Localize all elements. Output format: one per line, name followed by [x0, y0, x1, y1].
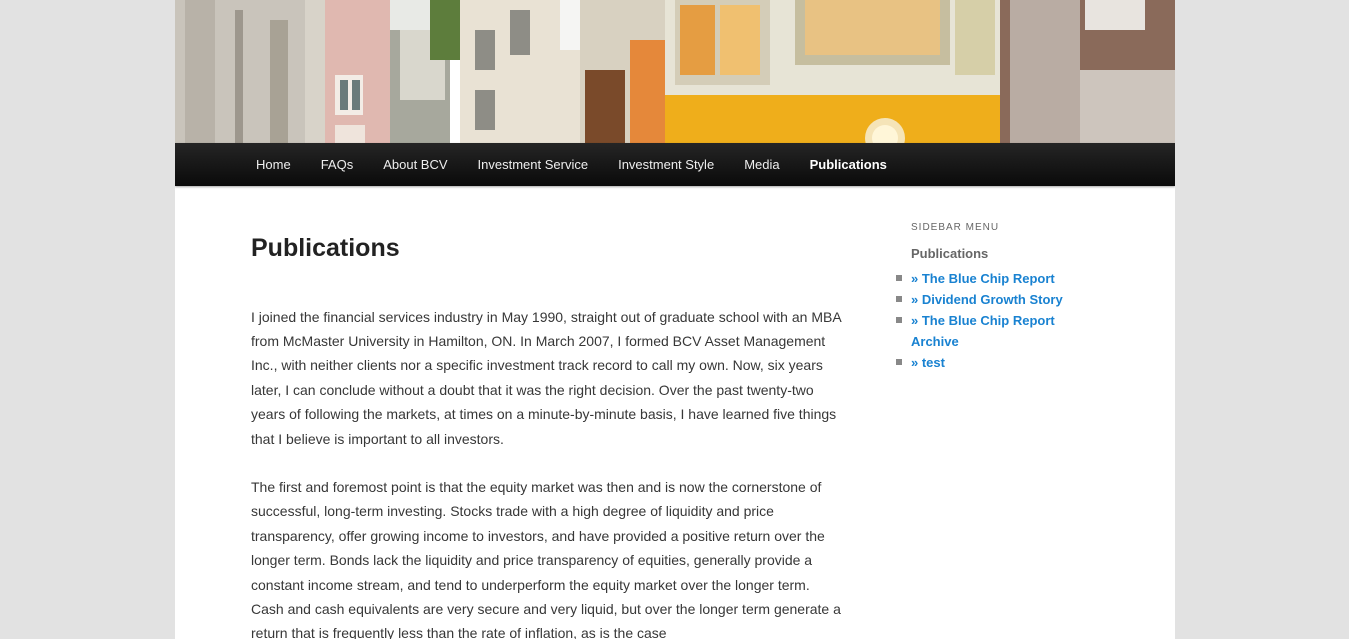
- sidebar-widget-title: Sidebar Menu: [911, 222, 1000, 233]
- nav-item-faqs[interactable]: FAQs: [306, 143, 369, 186]
- sidebar-item-blue-chip-report-archive[interactable]: » The Blue Chip Report Archive: [896, 310, 1101, 352]
- sidebar-item-test[interactable]: » test: [896, 352, 1101, 373]
- sidebar-menu-heading: Publications: [911, 246, 989, 261]
- nav-item-publications[interactable]: Publications: [795, 143, 902, 186]
- nav-item-home[interactable]: Home: [241, 143, 306, 186]
- main-navigation: Home FAQs About BCV Investment Service I…: [175, 143, 1175, 186]
- sidebar-item-blue-chip-report[interactable]: » The Blue Chip Report: [896, 268, 1101, 289]
- sidebar: Sidebar Menu Publications » The Blue Chi…: [896, 222, 1101, 373]
- content-paragraph: The first and foremost point is that the…: [251, 478, 841, 639]
- page-container: Home FAQs About BCV Investment Service I…: [175, 0, 1175, 639]
- nav-item-investment-style[interactable]: Investment Style: [603, 143, 729, 186]
- page-title: Publications: [251, 234, 400, 262]
- content-paragraph: I joined the financial services industry…: [251, 308, 841, 447]
- nav-item-about-bcv[interactable]: About BCV: [368, 143, 462, 186]
- nav-item-investment-service[interactable]: Investment Service: [463, 143, 604, 186]
- sidebar-menu: » The Blue Chip Report » Dividend Growth…: [896, 268, 1101, 373]
- nav-item-media[interactable]: Media: [729, 143, 794, 186]
- sidebar-item-dividend-growth-story[interactable]: » Dividend Growth Story: [896, 289, 1101, 310]
- header-image[interactable]: [175, 0, 1175, 143]
- main-content: Publications I joined the financial serv…: [251, 232, 841, 639]
